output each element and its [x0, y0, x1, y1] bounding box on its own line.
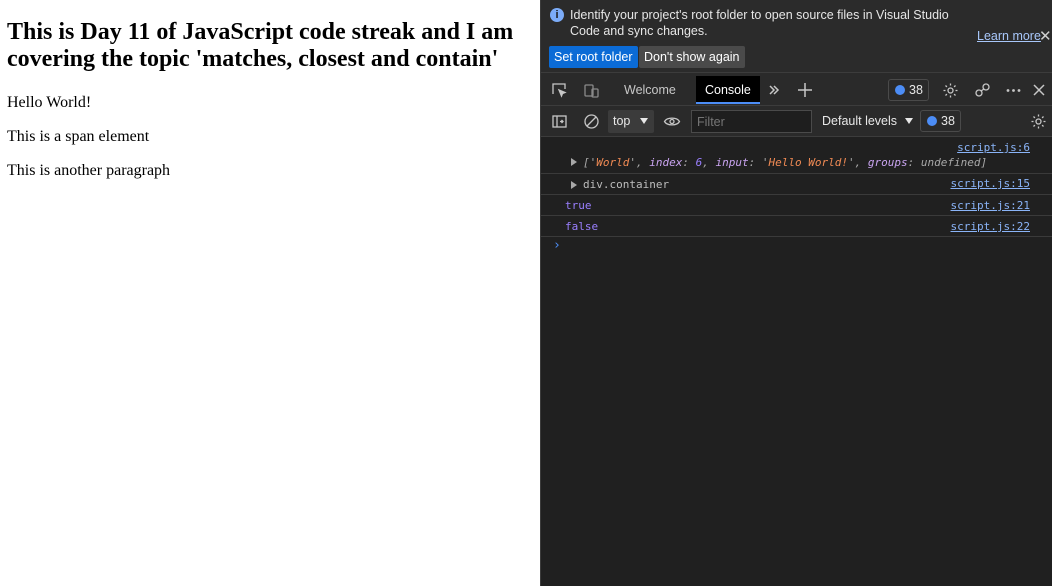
web-page: This is Day 11 of JavaScript code streak…: [0, 0, 540, 586]
console-prompt[interactable]: ›: [553, 238, 561, 253]
infobar: i Identify your project's root folder to…: [541, 0, 1052, 72]
console-output: script.js:6 ['World', index: 6, input: '…: [541, 138, 1052, 586]
dont-show-again-button[interactable]: Don't show again: [639, 46, 745, 68]
devtools-panel: i Identify your project's root folder to…: [540, 0, 1052, 586]
infobar-message: Identify your project's root folder to o…: [570, 8, 949, 38]
close-icon[interactable]: ✕: [1039, 27, 1052, 45]
log-levels-dropdown[interactable]: Default levels: [822, 110, 915, 133]
message-icon: [927, 116, 937, 126]
page-heading: This is Day 11 of JavaScript code streak…: [7, 19, 514, 72]
source-link[interactable]: script.js:21: [951, 199, 1030, 212]
console-message: script.js:6 ['World', index: 6, input: '…: [541, 138, 1052, 174]
expand-triangle-icon[interactable]: [571, 158, 577, 166]
settings-gear-icon[interactable]: [941, 81, 959, 99]
context-value: top: [613, 114, 631, 128]
issues-count: 38: [909, 83, 923, 97]
console-message: true script.js:21: [541, 195, 1052, 216]
tab-console[interactable]: Console: [696, 76, 760, 104]
live-expression-eye-icon[interactable]: [663, 112, 681, 130]
console-settings-gear-icon[interactable]: [1029, 112, 1047, 130]
learn-more-link[interactable]: Learn more: [977, 29, 1041, 43]
element-output[interactable]: div.container: [583, 178, 669, 191]
log-levels-label: Default levels: [822, 114, 898, 128]
source-link[interactable]: script.js:15: [951, 177, 1030, 190]
issues-badge[interactable]: 38: [888, 79, 929, 101]
issues-badge-console[interactable]: 38: [920, 110, 961, 132]
set-root-folder-button[interactable]: Set root folder: [549, 46, 638, 68]
expand-triangle-icon[interactable]: [571, 181, 577, 189]
tab-welcome[interactable]: Welcome: [615, 76, 685, 104]
more-options-icon[interactable]: [1004, 81, 1022, 99]
info-icon: i: [550, 8, 564, 22]
filter-input[interactable]: [691, 110, 812, 133]
add-tab-plus-icon[interactable]: [796, 81, 814, 99]
paragraph-another: This is another paragraph: [7, 162, 171, 179]
issues-count: 38: [941, 114, 955, 128]
clear-console-icon[interactable]: [582, 112, 600, 130]
inspect-element-icon[interactable]: [550, 81, 568, 99]
message-icon: [895, 85, 905, 95]
boolean-output: true: [565, 199, 592, 212]
more-tabs-chevron-icon[interactable]: [765, 81, 783, 99]
tab-bar: Welcome Console 38: [541, 72, 1052, 106]
match-array-output[interactable]: ['World', index: 6, input: 'Hello World!…: [583, 156, 987, 169]
device-emulation-icon[interactable]: [582, 81, 600, 99]
connections-icon[interactable]: [973, 81, 991, 99]
source-link[interactable]: script.js:22: [951, 220, 1030, 233]
span-element-text: This is a span element: [7, 128, 150, 145]
caret-down-icon: [640, 118, 648, 124]
console-message: false script.js:22: [541, 216, 1052, 237]
paragraph-hello: Hello World!: [7, 94, 92, 111]
sidebar-toggle-icon[interactable]: [550, 112, 568, 130]
source-link[interactable]: script.js:6: [957, 141, 1030, 154]
caret-down-icon: [905, 118, 914, 124]
boolean-output: false: [565, 220, 599, 233]
console-message: div.container script.js:15: [541, 174, 1052, 195]
context-selector[interactable]: top: [608, 110, 654, 133]
close-devtools-icon[interactable]: [1030, 81, 1048, 99]
console-toolbar: top Default levels 38: [541, 106, 1052, 137]
